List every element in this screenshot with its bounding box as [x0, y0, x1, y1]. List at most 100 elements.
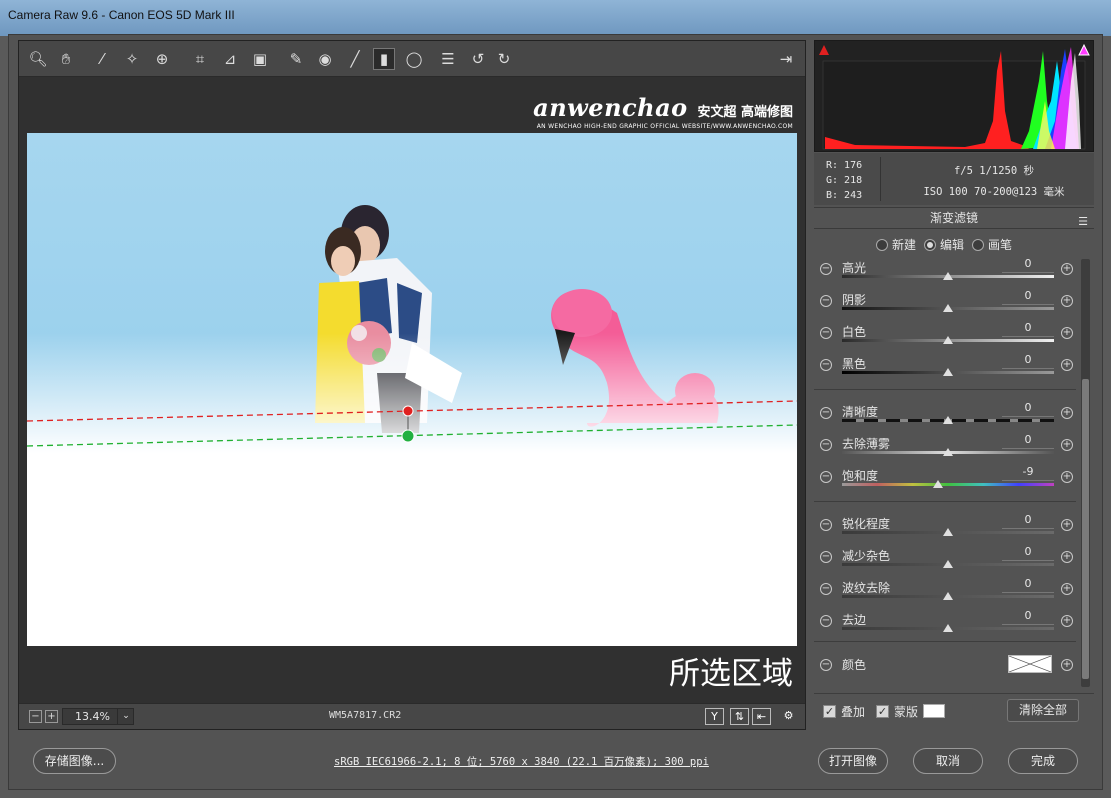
- slider-thumb[interactable]: [943, 416, 953, 424]
- slider-value-field[interactable]: 0: [1002, 353, 1054, 369]
- mask-checkbox[interactable]: ✓: [876, 705, 889, 718]
- targeted-adjustment-icon[interactable]: ⊕: [151, 48, 173, 70]
- panel-menu-icon[interactable]: ☰: [1078, 212, 1088, 232]
- spot-removal-icon[interactable]: ✎: [285, 48, 307, 70]
- red-value: R: 176: [826, 160, 863, 171]
- slider-track[interactable]: [842, 483, 1054, 486]
- swap-settings-icon[interactable]: ⇅: [730, 708, 749, 725]
- rotate-right-icon[interactable]: ↻: [493, 48, 515, 70]
- decrease-icon[interactable]: −: [820, 407, 832, 419]
- color-add-icon[interactable]: +: [1061, 659, 1073, 671]
- overlay-checkbox[interactable]: ✓: [823, 705, 836, 718]
- color-swatch[interactable]: [1008, 655, 1052, 673]
- decrease-icon[interactable]: −: [820, 327, 832, 339]
- graduated-filter-icon[interactable]: ▮: [373, 48, 395, 70]
- straighten-tool-icon[interactable]: ⊿: [219, 48, 241, 70]
- increase-icon[interactable]: +: [1061, 359, 1073, 371]
- radial-filter-icon[interactable]: ◯: [403, 48, 425, 70]
- photo-preview[interactable]: [27, 133, 797, 646]
- decrease-icon[interactable]: −: [820, 263, 832, 275]
- increase-icon[interactable]: +: [1061, 439, 1073, 451]
- color-reset-icon[interactable]: −: [820, 659, 832, 671]
- slider-value-field[interactable]: 0: [1002, 545, 1054, 561]
- crop-tool-icon[interactable]: ⌗: [189, 48, 211, 70]
- shadow-clipping-icon[interactable]: [817, 43, 831, 57]
- mode-option-2[interactable]: 画笔: [972, 236, 1012, 253]
- slider-thumb[interactable]: [943, 560, 953, 568]
- workflow-options-link[interactable]: sRGB IEC61966-2.1; 8 位; 5760 x 3840 (22.…: [334, 754, 709, 769]
- zoom-in-button[interactable]: +: [45, 710, 58, 723]
- rotate-left-icon[interactable]: ↺: [467, 48, 489, 70]
- slider-row: − 去边 0 +: [814, 609, 1076, 641]
- decrease-icon[interactable]: −: [820, 519, 832, 531]
- mode-option-1[interactable]: 编辑: [924, 236, 964, 253]
- slider-thumb[interactable]: [943, 368, 953, 376]
- highlight-clipping-icon[interactable]: [1077, 43, 1091, 57]
- slider-value-field[interactable]: 0: [1002, 289, 1054, 305]
- cancel-button[interactable]: 取消: [913, 748, 983, 774]
- clear-all-button[interactable]: 清除全部: [1007, 699, 1079, 722]
- slider-value-field[interactable]: 0: [1002, 433, 1054, 449]
- increase-icon[interactable]: +: [1061, 263, 1073, 275]
- decrease-icon[interactable]: −: [820, 439, 832, 451]
- increase-icon[interactable]: +: [1061, 519, 1073, 531]
- slider-value-field[interactable]: 0: [1002, 577, 1054, 593]
- save-image-button[interactable]: 存储图像...: [33, 748, 116, 774]
- white-balance-tool-icon[interactable]: ⁄: [91, 48, 113, 70]
- increase-icon[interactable]: +: [1061, 407, 1073, 419]
- preferences-icon[interactable]: ☰: [437, 48, 459, 70]
- color-sampler-icon[interactable]: ✧: [121, 48, 143, 70]
- radio-icon[interactable]: [876, 238, 888, 251]
- slider-thumb[interactable]: [943, 336, 953, 344]
- fullscreen-toggle-icon[interactable]: ⇥: [775, 48, 797, 70]
- decrease-icon[interactable]: −: [820, 359, 832, 371]
- radio-icon[interactable]: [924, 238, 937, 251]
- slider-value-field[interactable]: 0: [1002, 321, 1054, 337]
- mask-color-swatch[interactable]: [923, 704, 945, 718]
- open-image-button[interactable]: 打开图像: [818, 748, 888, 774]
- red-eye-icon[interactable]: ◉: [314, 48, 336, 70]
- pixel-readout: R: 176 G: 218 B: 243 f/5 1/1250 秒 ISO 10…: [814, 153, 1094, 205]
- decrease-icon[interactable]: −: [820, 295, 832, 307]
- decrease-icon[interactable]: −: [820, 583, 832, 595]
- slider-value-field[interactable]: 0: [1002, 401, 1054, 417]
- zoom-out-button[interactable]: −: [29, 710, 42, 723]
- decrease-icon[interactable]: −: [820, 551, 832, 563]
- mode-option-0[interactable]: 新建: [876, 236, 916, 253]
- mask-label: 蒙版: [894, 705, 919, 719]
- zoom-tool-icon[interactable]: 🔍︎: [27, 48, 49, 70]
- slider-value-field[interactable]: 0: [1002, 513, 1054, 529]
- panel-scrollbar[interactable]: [1081, 259, 1090, 687]
- filter-end-pin[interactable]: [401, 429, 415, 443]
- slider-value-field[interactable]: 0: [1002, 609, 1054, 625]
- slider-value-field[interactable]: -9: [1002, 465, 1054, 481]
- increase-icon[interactable]: +: [1061, 471, 1073, 483]
- increase-icon[interactable]: +: [1061, 551, 1073, 563]
- slider-thumb[interactable]: [943, 624, 953, 632]
- view-settings-icon[interactable]: ⚙: [779, 708, 798, 725]
- slider-value-field[interactable]: 0: [1002, 259, 1054, 273]
- slider-thumb[interactable]: [943, 528, 953, 536]
- transform-tool-icon[interactable]: ▣: [249, 48, 271, 70]
- decrease-icon[interactable]: −: [820, 615, 832, 627]
- increase-icon[interactable]: +: [1061, 615, 1073, 627]
- hand-tool-icon[interactable]: ✋︎: [55, 48, 77, 70]
- increase-icon[interactable]: +: [1061, 583, 1073, 595]
- filter-start-pin[interactable]: [402, 405, 414, 417]
- slider-thumb[interactable]: [943, 448, 953, 456]
- adjustment-brush-icon[interactable]: ╱: [344, 48, 366, 70]
- scrollbar-thumb[interactable]: [1082, 379, 1089, 679]
- zoom-dropdown-icon[interactable]: ⌄: [117, 708, 134, 725]
- slider-thumb[interactable]: [943, 304, 953, 312]
- radio-icon[interactable]: [972, 238, 985, 251]
- increase-icon[interactable]: +: [1061, 295, 1073, 307]
- slider-thumb[interactable]: [933, 480, 944, 488]
- panel-header: 渐变滤镜 ☰: [814, 207, 1094, 229]
- slider-thumb[interactable]: [943, 272, 953, 280]
- slider-thumb[interactable]: [943, 592, 953, 600]
- increase-icon[interactable]: +: [1061, 327, 1073, 339]
- copy-settings-icon[interactable]: ⇤: [752, 708, 771, 725]
- done-button[interactable]: 完成: [1008, 748, 1078, 774]
- decrease-icon[interactable]: −: [820, 471, 832, 483]
- before-after-button[interactable]: Y: [705, 708, 724, 725]
